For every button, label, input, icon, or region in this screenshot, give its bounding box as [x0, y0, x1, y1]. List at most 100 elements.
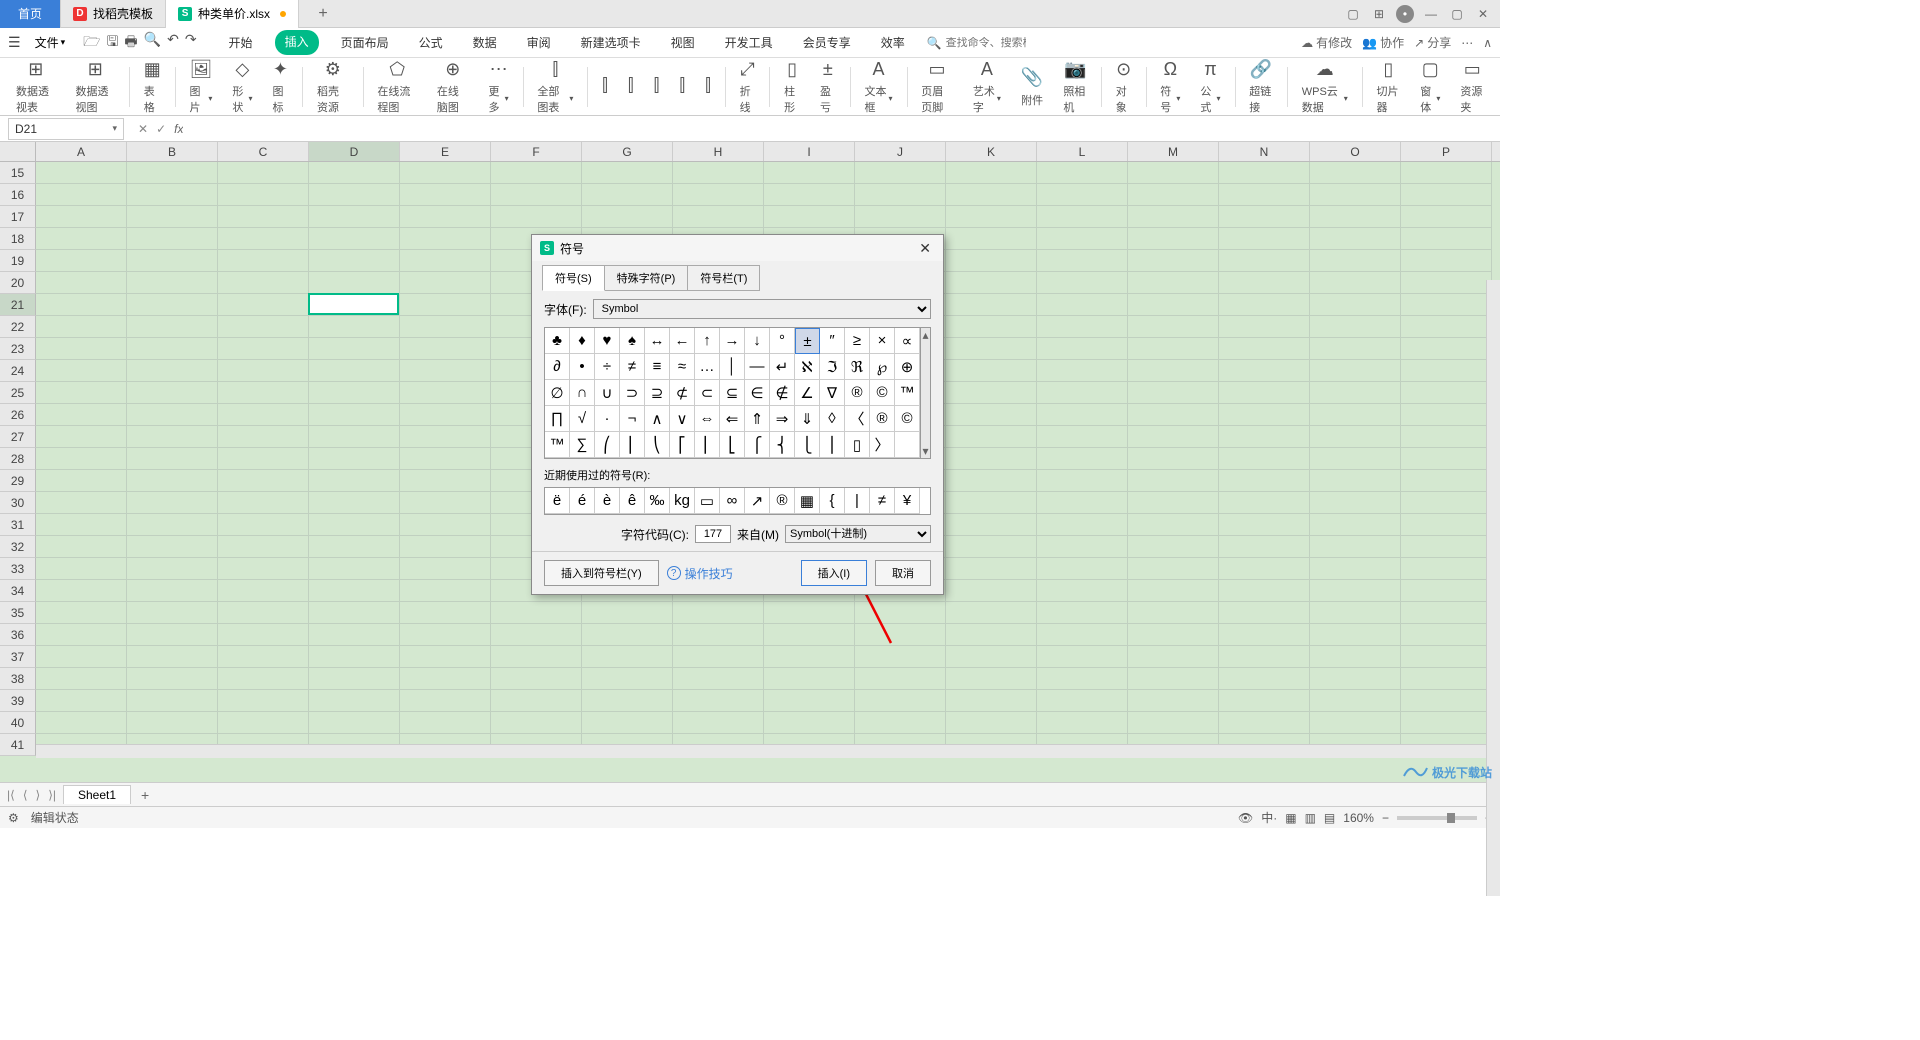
cell[interactable] — [855, 162, 946, 184]
cell[interactable] — [1128, 712, 1219, 734]
cell[interactable] — [1037, 492, 1128, 514]
cell[interactable] — [127, 470, 218, 492]
cell[interactable] — [582, 206, 673, 228]
cell[interactable] — [400, 514, 491, 536]
user-avatar-icon[interactable]: • — [1396, 5, 1414, 23]
cell[interactable] — [1128, 602, 1219, 624]
cell[interactable] — [1128, 250, 1219, 272]
cell[interactable] — [400, 382, 491, 404]
symbol-cell[interactable]: ⎪ — [820, 432, 845, 458]
cell[interactable] — [400, 646, 491, 668]
insert-button[interactable]: 插入(I) — [801, 560, 867, 586]
cell[interactable] — [582, 624, 673, 646]
layout-icon[interactable]: ▢ — [1344, 5, 1362, 23]
cell[interactable] — [582, 712, 673, 734]
recent-symbol[interactable]: kg — [670, 488, 695, 514]
symbol-cell[interactable]: ⎩ — [795, 432, 820, 458]
row-header[interactable]: 36 — [0, 624, 36, 646]
ribbon-在线流程图[interactable]: ⬠在线流程图 — [367, 59, 427, 115]
cell[interactable] — [1401, 272, 1492, 294]
cell[interactable] — [1219, 426, 1310, 448]
cell[interactable] — [127, 514, 218, 536]
row-header[interactable]: 17 — [0, 206, 36, 228]
cell[interactable] — [1401, 404, 1492, 426]
cell[interactable] — [309, 404, 400, 426]
cell[interactable] — [218, 294, 309, 316]
cell[interactable] — [1037, 580, 1128, 602]
fx-icon[interactable]: fx — [174, 122, 183, 136]
symbol-cell[interactable]: ÷ — [595, 354, 620, 380]
symbol-cell[interactable]: © — [870, 380, 895, 406]
cell[interactable] — [1219, 668, 1310, 690]
ribbon-对象[interactable]: ⊙对象 — [1106, 59, 1142, 115]
accept-formula-icon[interactable]: ✓ — [156, 122, 166, 136]
symbol-cell[interactable]: ⊃ — [620, 380, 645, 406]
cell[interactable] — [309, 250, 400, 272]
ribbon-chart[interactable]: ⫿ — [592, 59, 618, 115]
row-header[interactable]: 33 — [0, 558, 36, 580]
cell[interactable] — [218, 404, 309, 426]
cell[interactable] — [1310, 690, 1401, 712]
cell[interactable] — [309, 228, 400, 250]
ribbon-页眉页脚[interactable]: ▭页眉页脚 — [911, 59, 963, 115]
cell[interactable] — [400, 206, 491, 228]
cell[interactable] — [400, 624, 491, 646]
tab-home[interactable]: 首页 — [0, 0, 61, 28]
cell[interactable] — [36, 602, 127, 624]
recent-symbol[interactable]: ê — [620, 488, 645, 514]
cell[interactable] — [36, 624, 127, 646]
cell[interactable] — [1037, 646, 1128, 668]
cell[interactable] — [1037, 316, 1128, 338]
cell[interactable] — [1219, 712, 1310, 734]
cell[interactable] — [1310, 382, 1401, 404]
cell[interactable] — [946, 514, 1037, 536]
cell[interactable] — [36, 668, 127, 690]
symbol-cell[interactable]: ⎝ — [645, 432, 670, 458]
tab-custom[interactable]: 新建选项卡 — [573, 30, 649, 55]
cell[interactable] — [1310, 316, 1401, 338]
add-sheet-icon[interactable]: + — [135, 787, 155, 803]
symbol-cell[interactable]: ⎢ — [695, 432, 720, 458]
cell[interactable] — [218, 426, 309, 448]
cell[interactable] — [36, 646, 127, 668]
cell[interactable] — [218, 492, 309, 514]
cell[interactable] — [491, 624, 582, 646]
symbol-cell[interactable]: · — [595, 406, 620, 432]
name-box[interactable]: D21▾ — [8, 118, 124, 140]
cell[interactable] — [1219, 514, 1310, 536]
recent-symbol[interactable]: ë — [545, 488, 570, 514]
ribbon-资源夹[interactable]: ▭资源夹 — [1450, 59, 1494, 115]
cell[interactable] — [946, 624, 1037, 646]
symbol-cell[interactable]: → — [720, 328, 745, 354]
cell[interactable] — [127, 426, 218, 448]
cell[interactable] — [855, 646, 946, 668]
symbol-cell[interactable]: × — [870, 328, 895, 354]
cell[interactable] — [36, 558, 127, 580]
recent-symbol[interactable]: ▦ — [795, 488, 820, 514]
vertical-scrollbar[interactable] — [1486, 280, 1500, 896]
cell[interactable] — [1219, 580, 1310, 602]
select-all-corner[interactable] — [0, 142, 36, 161]
charcode-input[interactable] — [695, 525, 731, 543]
cell[interactable] — [309, 558, 400, 580]
cell[interactable] — [673, 184, 764, 206]
cell[interactable] — [1401, 580, 1492, 602]
symbol-cell[interactable]: — — [745, 354, 770, 380]
symbol-cell[interactable]: ⇐ — [720, 406, 745, 432]
cell[interactable] — [127, 250, 218, 272]
symbol-cell[interactable]: ▯ — [845, 432, 870, 458]
search-input[interactable] — [946, 37, 1026, 49]
cell[interactable] — [36, 316, 127, 338]
cell[interactable] — [127, 316, 218, 338]
symbol-cell[interactable]: • — [570, 354, 595, 380]
dlg-tab-symbols[interactable]: 符号(S) — [542, 265, 605, 291]
cell[interactable] — [400, 602, 491, 624]
cell[interactable] — [491, 668, 582, 690]
cell[interactable] — [36, 580, 127, 602]
col-header[interactable]: B — [127, 142, 218, 161]
cell[interactable] — [400, 448, 491, 470]
cell[interactable] — [1310, 184, 1401, 206]
col-header[interactable]: P — [1401, 142, 1492, 161]
cell[interactable] — [1401, 492, 1492, 514]
cell[interactable] — [400, 426, 491, 448]
